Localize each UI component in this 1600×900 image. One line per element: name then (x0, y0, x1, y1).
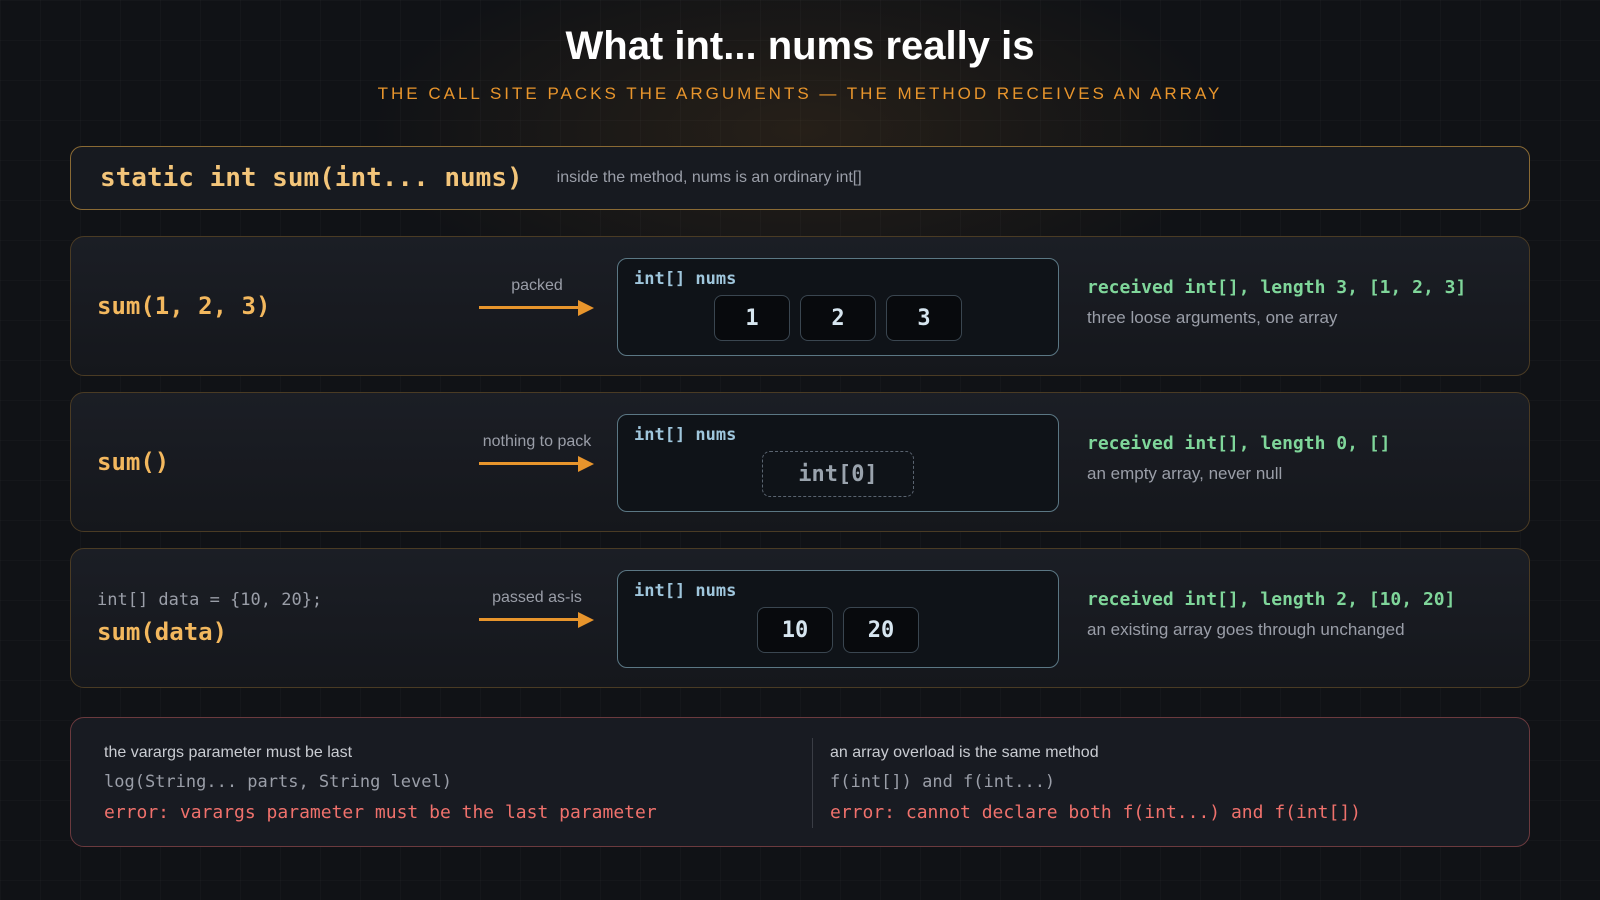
array-label: int[] nums (634, 425, 737, 445)
arrow-head-icon (578, 612, 594, 628)
call-row-no-args: sum() nothing to pack int[] nums int[0] … (70, 392, 1530, 532)
array-label: int[] nums (634, 269, 737, 289)
call-expression: sum() (97, 448, 169, 476)
signature-code: static int sum(int... nums) (100, 163, 523, 193)
rules-card: the varargs parameter must be last log(S… (70, 717, 1530, 847)
pack-arrow: nothing to pack (479, 433, 595, 483)
page-subtitle: THE CALL SITE PACKS THE ARGUMENTS — THE … (377, 84, 1223, 103)
page-title: What int... nums really is (565, 24, 1035, 68)
array-cells: int[0] (618, 451, 1058, 497)
result-note: an empty array, never null (1087, 464, 1283, 483)
call-expression: int[] data = {10, 20}; sum(data) (97, 590, 322, 646)
rule-code: log(String... parts, String level) (104, 772, 452, 792)
result-text: received int[], length 3, [1, 2, 3] (1087, 277, 1467, 298)
arrow-line (479, 306, 579, 309)
array-cells: 10 20 (618, 607, 1058, 653)
array-box: int[] nums int[0] (617, 414, 1059, 512)
call-row-three-args: sum(1, 2, 3) packed int[] nums 1 2 3 rec… (70, 236, 1530, 376)
array-cell: 2 (800, 295, 876, 341)
call-main: sum(1, 2, 3) (97, 292, 271, 320)
array-cell: 3 (886, 295, 962, 341)
array-cell: 10 (757, 607, 833, 653)
call-main: sum(data) (97, 618, 228, 646)
result-block: received int[], length 2, [10, 20] an ex… (1087, 589, 1455, 640)
call-expression: sum(1, 2, 3) (97, 292, 270, 320)
signature-note: inside the method, nums is an ordinary i… (556, 169, 862, 186)
arrow-line (479, 462, 579, 465)
rule-title: an array overload is the same method (830, 744, 1099, 761)
arrow-line (479, 618, 579, 621)
array-cells: 1 2 3 (618, 295, 1058, 341)
result-block: received int[], length 3, [1, 2, 3] thre… (1087, 277, 1466, 328)
result-note: three loose arguments, one array (1087, 308, 1338, 327)
rule-varargs-last: the varargs parameter must be last log(S… (104, 744, 657, 823)
arrow-head-icon (578, 456, 594, 472)
result-note: an existing array goes through unchanged (1087, 620, 1405, 639)
call-setup: int[] data = {10, 20}; (97, 590, 323, 610)
array-cell: 1 (714, 295, 790, 341)
array-box: int[] nums 1 2 3 (617, 258, 1059, 356)
arrow-label: passed as-is (492, 589, 582, 606)
arrow-head-icon (578, 300, 594, 316)
array-box: int[] nums 10 20 (617, 570, 1059, 668)
call-row-array-arg: int[] data = {10, 20}; sum(data) passed … (70, 548, 1530, 688)
rule-error: error: cannot declare both f(int...) and… (830, 802, 1362, 823)
rule-code: f(int[]) and f(int...) (830, 772, 1056, 792)
result-text: received int[], length 0, [] (1087, 433, 1391, 454)
pack-arrow: passed as-is (479, 589, 595, 639)
rule-divider (812, 738, 813, 828)
rule-error: error: varargs parameter must be the las… (104, 802, 657, 823)
array-cell: 20 (843, 607, 919, 653)
call-main: sum() (97, 448, 170, 476)
rule-title: the varargs parameter must be last (104, 744, 353, 761)
arrow-label: nothing to pack (482, 433, 592, 450)
signature-card: static int sum(int... nums) inside the m… (70, 146, 1530, 210)
pack-arrow: packed (479, 277, 595, 327)
array-label: int[] nums (634, 581, 737, 601)
empty-array-cell: int[0] (762, 451, 914, 497)
result-block: received int[], length 0, [] an empty ar… (1087, 433, 1390, 484)
arrow-label: packed (511, 277, 563, 294)
rule-array-overload: an array overload is the same method f(i… (830, 744, 1361, 823)
result-text: received int[], length 2, [10, 20] (1087, 589, 1456, 610)
